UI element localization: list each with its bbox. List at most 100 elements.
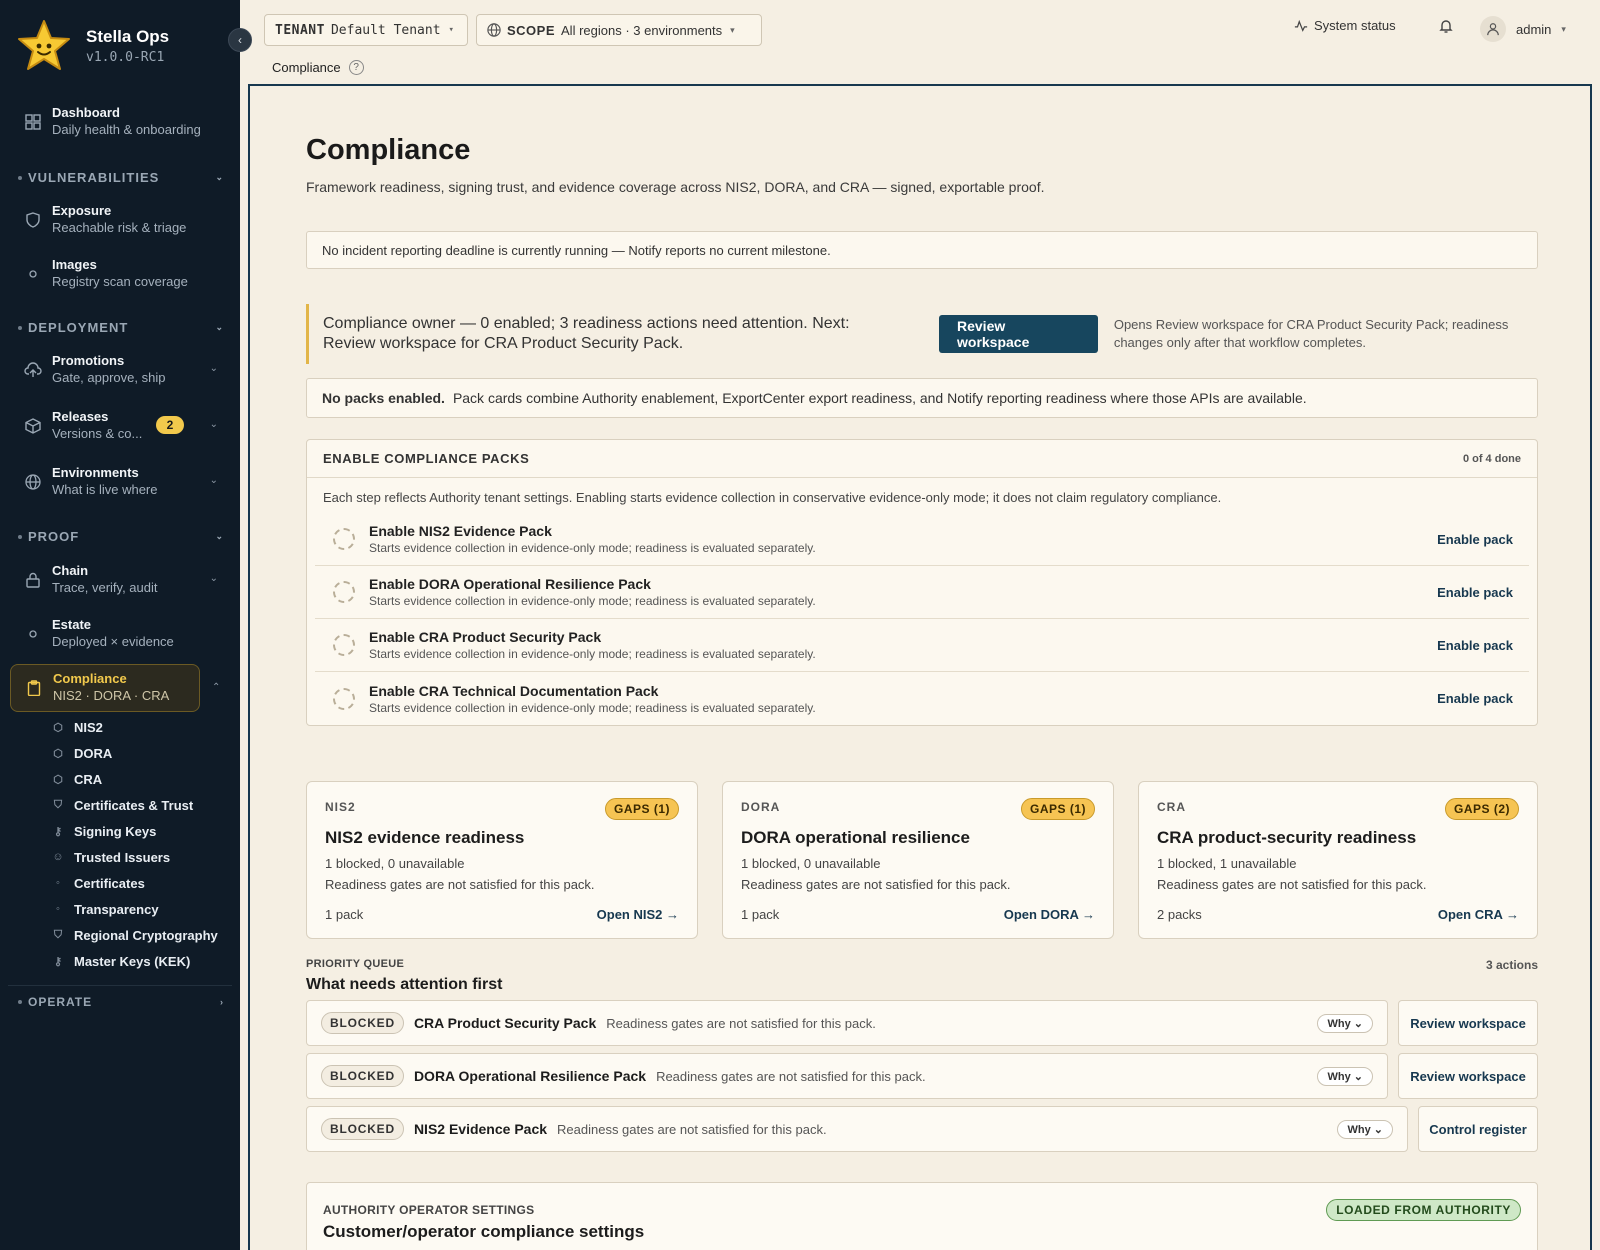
app-version: v1.0.0-RC1 <box>86 50 165 65</box>
framework-card-cra[interactable]: CRA GAPS (2) CRA product-security readin… <box>1138 781 1538 939</box>
priority-desc: Readiness gates are not satisfied for th… <box>557 1121 827 1137</box>
why-dropdown[interactable]: Why ⌄ <box>1317 1066 1373 1086</box>
pending-circle-icon <box>333 528 355 550</box>
open-nis2-link[interactable]: Open NIS2 → <box>597 907 679 922</box>
enable-pack-button[interactable]: Enable pack <box>1437 585 1513 600</box>
notifications-button[interactable] <box>1438 18 1454 34</box>
avatar <box>1480 16 1506 42</box>
section-title: PROOF <box>28 529 80 544</box>
subnav-signing-keys[interactable]: ⚷ Signing Keys <box>52 820 156 842</box>
scope-value: All regions · 3 environments <box>561 22 723 38</box>
section-vulnerabilities[interactable]: VULNERABILITIES ⌄ <box>18 170 224 185</box>
review-workspace-button[interactable]: Review workspace <box>1398 1053 1538 1099</box>
nav-releases[interactable]: Releases Versions & co... 2 ⌄ <box>10 402 224 450</box>
framework-card-dora[interactable]: DORA GAPS (1) DORA operational resilienc… <box>722 781 1114 939</box>
subnav-nis2[interactable]: ⬡ NIS2 <box>52 716 103 738</box>
section-proof[interactable]: PROOF ⌄ <box>18 529 224 544</box>
nav-images[interactable]: Images Registry scan coverage <box>10 250 224 298</box>
open-dora-link[interactable]: Open DORA → <box>1004 907 1095 922</box>
scope-selector[interactable]: SCOPE All regions · 3 environments ▾ <box>476 14 762 46</box>
review-workspace-button[interactable]: Review workspace <box>1398 1000 1538 1046</box>
chevron-up-icon[interactable]: ⌃ <box>212 682 220 693</box>
nav-compliance[interactable]: Compliance NIS2 · DORA · CRA <box>10 664 200 712</box>
subnav-regional-cryptography[interactable]: ⛉ Regional Cryptography <box>52 924 218 946</box>
breadcrumb-current: Compliance <box>272 60 341 75</box>
nav-sub: What is live where <box>52 482 158 497</box>
nav-sub: Reachable risk & triage <box>52 220 187 235</box>
nav-sub: Gate, approve, ship <box>52 370 166 385</box>
section-dot <box>18 1000 22 1004</box>
nav-environments[interactable]: Environments What is live where ⌄ <box>10 458 224 506</box>
brand[interactable]: Stella Ops v1.0.0-RC1 <box>16 18 169 74</box>
blocked-badge: BLOCKED <box>321 1118 404 1140</box>
subnav-cra[interactable]: ⬡ CRA <box>52 768 102 790</box>
priority-row: BLOCKED DORA Operational Resilience Pack… <box>306 1053 1538 1099</box>
tenant-selector[interactable]: TENANT Default Tenant ▾ <box>264 14 468 46</box>
why-dropdown[interactable]: Why ⌄ <box>1317 1013 1373 1033</box>
subnav-trusted-issuers[interactable]: ☺ Trusted Issuers <box>52 846 170 868</box>
subnav-label: Trusted Issuers <box>74 849 171 865</box>
nav-chain[interactable]: Chain Trace, verify, audit ⌄ <box>10 556 224 604</box>
help-icon[interactable]: ? <box>348 60 364 75</box>
subnav-dora[interactable]: ⬡ DORA <box>52 742 112 764</box>
tenant-label: TENANT <box>275 22 325 38</box>
review-workspace-button[interactable]: Review workspace <box>939 315 1098 353</box>
gaps-badge: GAPS (1) <box>1020 798 1095 820</box>
enable-packs-card: ENABLE COMPLIANCE PACKS 0 of 4 done Each… <box>306 439 1538 726</box>
nav-promotions[interactable]: Promotions Gate, approve, ship ⌄ <box>10 346 224 394</box>
pack-row: Enable NIS2 Evidence Pack Starts evidence… <box>315 513 1529 566</box>
section-deployment[interactable]: DEPLOYMENT ⌄ <box>18 320 224 335</box>
priority-queue-title: What needs attention first <box>306 976 503 993</box>
user-menu[interactable]: admin ▾ <box>1480 16 1566 42</box>
why-label: Why <box>1347 1123 1371 1136</box>
enable-pack-button[interactable]: Enable pack <box>1437 691 1513 706</box>
nav-title: Exposure <box>52 203 112 219</box>
circle-icon <box>24 265 42 283</box>
shield-icon: ⛉ <box>53 798 63 811</box>
key-icon: ⚷ <box>53 955 63 968</box>
chevron-down-icon: ⌄ <box>215 322 224 332</box>
framework-status: 1 blocked, 1 unavailable <box>1157 856 1297 871</box>
subnav-certificates[interactable]: ◦ Certificates <box>52 872 145 894</box>
framework-card-nis2[interactable]: NIS2 GAPS (1) NIS2 evidence readiness 1 … <box>306 781 698 939</box>
authority-title: Customer/operator compliance settings <box>323 1222 645 1241</box>
chevron-down-icon: ⌄ <box>209 419 218 430</box>
why-dropdown[interactable]: Why ⌄ <box>1337 1119 1393 1139</box>
subnav-label: Certificates <box>74 875 145 891</box>
nav-sub: Trace, verify, audit <box>52 580 158 595</box>
open-cra-link[interactable]: Open CRA → <box>1438 907 1519 922</box>
nav-sub: Versions & co... <box>52 426 143 441</box>
framework-status: 1 blocked, 0 unavailable <box>741 856 881 871</box>
user-name: admin <box>1516 21 1552 37</box>
sidebar: Stella Ops v1.0.0-RC1 ‹ Dashboard Daily … <box>0 0 252 1250</box>
no-packs-text: Pack cards combine Authority enablement,… <box>452 390 1307 406</box>
section-dot <box>18 175 22 180</box>
subnav-master-keys[interactable]: ⚷ Master Keys (KEK) <box>52 950 190 972</box>
enable-pack-button[interactable]: Enable pack <box>1437 532 1513 547</box>
nav-title: Releases <box>52 409 109 425</box>
activity-icon <box>1294 19 1308 33</box>
enable-pack-button[interactable]: Enable pack <box>1437 638 1513 653</box>
globe-icon <box>487 23 501 37</box>
page-title: Compliance <box>306 134 471 166</box>
system-status-link[interactable]: System status <box>1294 18 1396 33</box>
control-register-button[interactable]: Control register <box>1418 1106 1538 1152</box>
chevron-down-icon: ⌄ <box>209 363 218 374</box>
globe-icon <box>24 473 42 491</box>
pack-title: Enable CRA Product Security Pack <box>369 629 602 645</box>
incident-notice: No incident reporting deadline is curren… <box>306 231 1538 269</box>
nav-dashboard[interactable]: Dashboard Daily health & onboarding <box>10 98 224 146</box>
subnav-transparency[interactable]: ◦ Transparency <box>52 898 159 920</box>
pending-circle-icon <box>333 581 355 603</box>
nav-estate[interactable]: Estate Deployed × evidence <box>10 610 224 658</box>
subnav-certificates-trust[interactable]: ⛉ Certificates & Trust <box>52 794 193 816</box>
collapse-sidebar-button[interactable]: ‹ <box>228 28 252 52</box>
subnav-label: Certificates & Trust <box>74 797 194 813</box>
framework-cards: NIS2 GAPS (1) NIS2 evidence readiness 1 … <box>306 781 1538 941</box>
nav-exposure[interactable]: Exposure Reachable risk & triage <box>10 196 224 244</box>
section-operate[interactable]: OPERATE › <box>18 995 224 1009</box>
framework-title: DORA operational resilience <box>741 828 970 847</box>
priority-row: BLOCKED NIS2 Evidence Pack Readiness gat… <box>306 1106 1538 1152</box>
subnav-label: DORA <box>74 745 113 761</box>
section-title: DEPLOYMENT <box>28 320 129 335</box>
